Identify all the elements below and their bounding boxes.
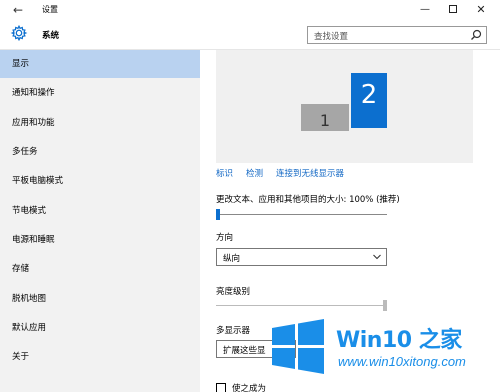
monitor-1[interactable]: 1 bbox=[301, 104, 349, 131]
sidebar-item-display[interactable]: 显示 bbox=[0, 50, 200, 78]
sidebar-item-notifications[interactable]: 通知和操作 bbox=[0, 79, 200, 107]
sidebar-item-multitasking[interactable]: 多任务 bbox=[0, 138, 200, 166]
watermark-url: www.win10xitong.com bbox=[338, 354, 466, 369]
connect-wireless-display-link[interactable]: 连接到无线显示器 bbox=[276, 167, 344, 179]
watermark: Win10 之家 www.win10xitong.com bbox=[268, 316, 500, 392]
scale-slider-thumb[interactable] bbox=[216, 209, 220, 220]
search-icon[interactable] bbox=[470, 29, 482, 41]
maximize-button[interactable] bbox=[440, 1, 466, 19]
windows-logo-icon bbox=[272, 319, 324, 374]
monitor-2[interactable]: 2 bbox=[351, 73, 387, 128]
header: 系统 查找设置 bbox=[0, 20, 500, 50]
search-placeholder: 查找设置 bbox=[314, 32, 349, 42]
multi-display-label: 多显示器 bbox=[216, 326, 251, 336]
gear-icon bbox=[10, 24, 28, 42]
sidebar-item-offline-maps[interactable]: 脱机地图 bbox=[0, 285, 200, 313]
maximize-icon bbox=[449, 5, 457, 13]
identify-link[interactable]: 标识 bbox=[216, 167, 233, 179]
chevron-down-icon bbox=[373, 254, 381, 260]
section-title: 系统 bbox=[42, 31, 60, 41]
scale-label: 更改文本、应用和其他项目的大小: 100% (推荐) bbox=[216, 195, 400, 205]
search-input[interactable]: 查找设置 bbox=[307, 26, 487, 44]
multi-display-value: 扩展这些显 bbox=[223, 346, 266, 356]
brightness-slider-track[interactable] bbox=[216, 305, 387, 306]
main-display-checkbox-label: 使之成为 bbox=[232, 384, 267, 392]
main-display-checkbox[interactable] bbox=[216, 383, 226, 392]
brightness-label: 亮度级别 bbox=[216, 287, 251, 297]
close-button[interactable]: ✕ bbox=[468, 1, 494, 19]
minimize-button[interactable]: — bbox=[412, 1, 438, 19]
back-button[interactable]: ← bbox=[10, 3, 26, 17]
scale-slider-track[interactable] bbox=[216, 214, 387, 215]
sidebar-item-battery-saver[interactable]: 节电模式 bbox=[0, 197, 200, 225]
minimize-icon: — bbox=[420, 4, 430, 15]
sidebar-item-apps[interactable]: 应用和功能 bbox=[0, 109, 200, 137]
sidebar-item-default-apps[interactable]: 默认应用 bbox=[0, 314, 200, 342]
sidebar-item-tablet-mode[interactable]: 平板电脑模式 bbox=[0, 167, 200, 195]
orientation-dropdown[interactable]: 纵向 bbox=[216, 248, 387, 266]
close-icon: ✕ bbox=[476, 3, 486, 16]
orientation-label: 方向 bbox=[216, 233, 234, 243]
detect-link[interactable]: 检测 bbox=[246, 167, 263, 179]
sidebar-item-storage[interactable]: 存储 bbox=[0, 255, 200, 283]
back-arrow-icon: ← bbox=[12, 3, 24, 17]
orientation-value: 纵向 bbox=[223, 254, 241, 264]
sidebar-item-power-sleep[interactable]: 电源和睡眠 bbox=[0, 226, 200, 254]
display-arrangement: 1 2 bbox=[216, 50, 473, 163]
window-title: 设置 bbox=[42, 5, 58, 14]
watermark-title: Win10 之家 bbox=[336, 328, 462, 353]
brightness-slider-thumb[interactable] bbox=[383, 300, 387, 311]
title-bar: ← 设置 — ✕ bbox=[0, 0, 500, 20]
sidebar: 显示 通知和操作 应用和功能 多任务 平板电脑模式 节电模式 电源和睡眠 存储 … bbox=[0, 50, 200, 392]
sidebar-item-about[interactable]: 关于 bbox=[0, 343, 200, 371]
